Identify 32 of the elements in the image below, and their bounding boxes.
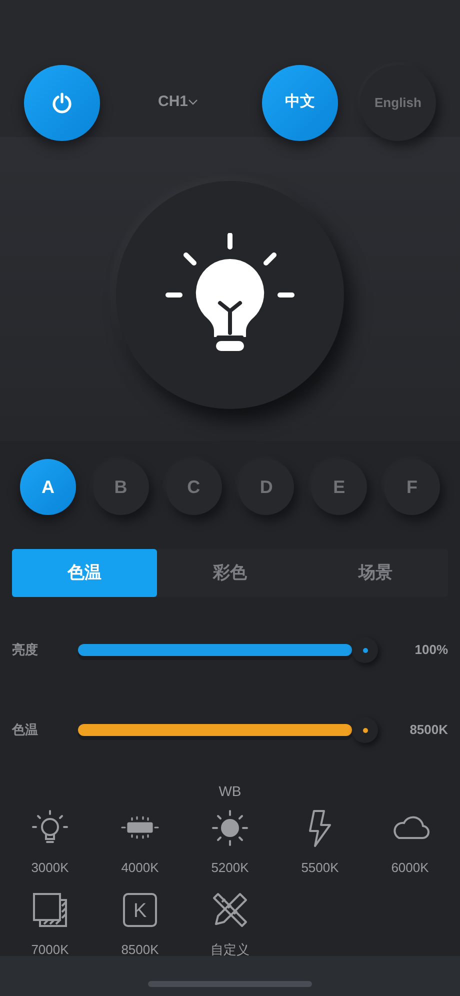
wb-preset[interactable]: 4000K [95,808,185,878]
channel-button[interactable]: C [166,459,222,515]
tab[interactable]: 色温 [12,549,158,597]
language-button[interactable]: 中文 [262,64,338,140]
wb-preset[interactable]: K 8500K [95,890,185,959]
channel-button[interactable]: B [92,459,149,515]
slider-label: 亮度 [12,641,39,660]
channel-button[interactable]: D [238,459,294,515]
slider-label: 色温 [12,721,39,740]
language-button[interactable]: English [360,64,436,140]
caret-icon [188,99,198,106]
wb-preset[interactable]: 自定义 [185,890,275,959]
tab[interactable]: 场景 [302,549,448,597]
slider-value: 8500K [408,721,448,740]
slider-track[interactable] [78,724,352,740]
slider-thumb[interactable] [352,637,378,663]
power-icon [51,92,73,114]
slider-value: 100% [414,641,448,660]
channel-button[interactable]: F [384,459,440,515]
section-title: WB [218,782,242,801]
channel-dropdown[interactable]: CH1 [158,91,198,114]
slider-thumb[interactable] [352,717,378,743]
tab[interactable]: 彩色 [157,549,303,597]
wb-preset[interactable]: 7000K [5,890,95,959]
sun-icon [210,808,250,848]
slider-track[interactable] [78,644,352,660]
channel-button[interactable]: A [20,459,76,515]
wb-preset[interactable]: 6000K [365,808,455,878]
wb-preset[interactable]: 5500K [275,808,365,878]
wb-preset[interactable]: 3000K [5,808,95,878]
wb-preset[interactable]: 5200K [185,808,275,878]
channel-button[interactable]: E [311,459,368,515]
